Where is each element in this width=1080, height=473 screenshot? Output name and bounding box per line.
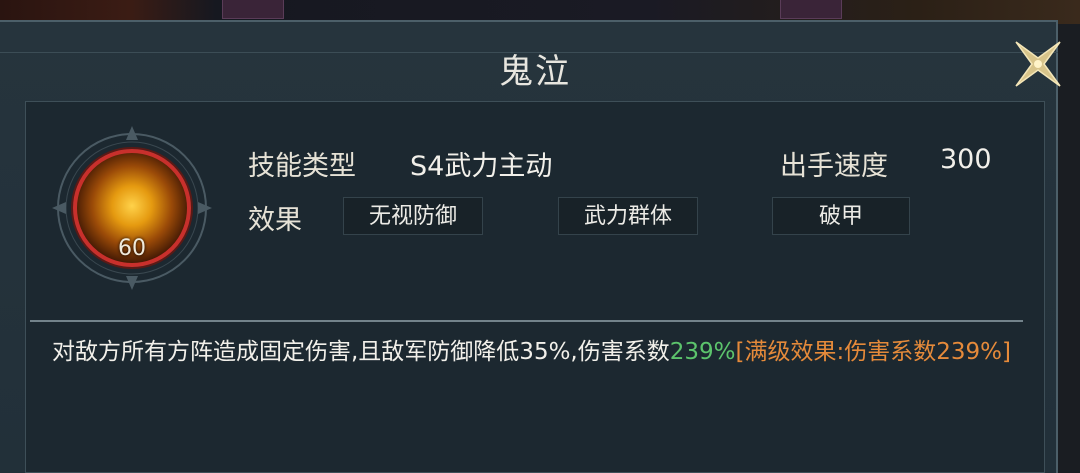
effect-label: 效果 — [248, 205, 302, 236]
description-text: 对敌方所有方阵造成固定伤害,且敌军防御降低35%,伤害系数 — [52, 339, 670, 365]
skill-type-value: S4武力主动 — [410, 151, 553, 182]
skill-icon-frame: 60 — [52, 120, 212, 295]
effect-tag: 无视防御 — [343, 197, 483, 235]
skill-description: 对敌方所有方阵造成固定伤害,且敌军防御降低35%,伤害系数239%[满级效果:伤… — [52, 338, 1012, 367]
damage-coefficient: 239% — [669, 339, 736, 365]
close-button[interactable] — [1008, 34, 1068, 94]
divider — [30, 320, 1023, 322]
dialog-title: 鬼泣 — [499, 52, 571, 92]
close-x-icon — [1015, 41, 1061, 87]
skill-type-label: 技能类型 — [248, 151, 356, 182]
max-level-effect: [满级效果:伤害系数239%] — [735, 339, 1011, 365]
background-tab — [222, 0, 284, 19]
effect-tag: 破甲 — [772, 197, 910, 235]
background-tab — [780, 0, 842, 19]
speed-value: 300 — [940, 144, 992, 175]
skill-level: 60 — [118, 236, 146, 261]
effect-tag: 武力群体 — [558, 197, 698, 235]
speed-label: 出手速度 — [780, 151, 888, 182]
